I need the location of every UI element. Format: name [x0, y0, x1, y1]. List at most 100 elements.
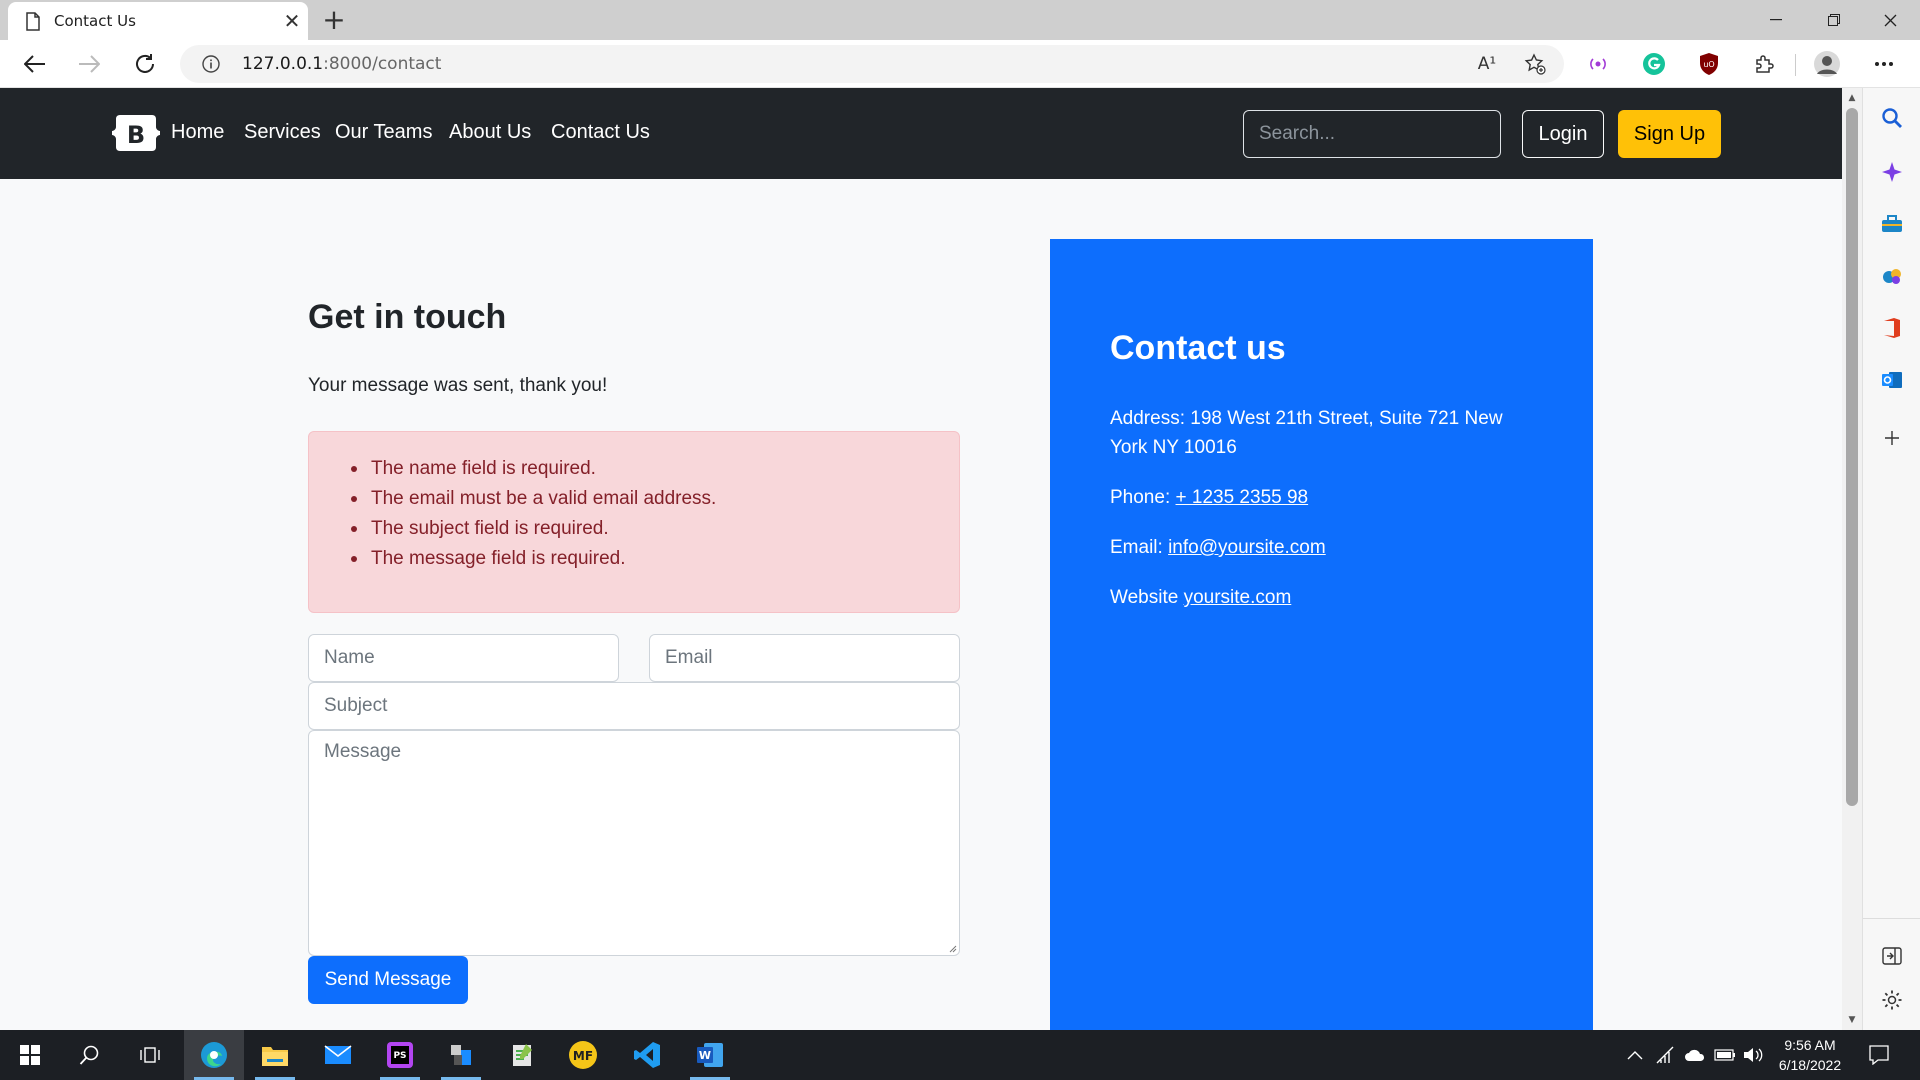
address-bar[interactable]: 127.0.0.1:8000/contact A¹ [180, 45, 1564, 83]
document-icon [26, 12, 40, 31]
success-message: Your message was sent, thank you! [308, 375, 608, 396]
browser-toolbar: 127.0.0.1:8000/contact A¹ uO [0, 40, 1920, 88]
subject-input[interactable] [308, 682, 960, 730]
clock-date: 6/18/2022 [1778, 1057, 1842, 1073]
error-item: The email must be a valid email address. [349, 484, 716, 514]
browser-tab[interactable]: Contact Us ✕ [8, 2, 308, 40]
nav-about-us[interactable]: About Us [449, 121, 531, 144]
login-button[interactable]: Login [1522, 110, 1604, 158]
grammarly-icon[interactable] [1640, 50, 1668, 78]
contact-heading: Contact us [1110, 329, 1286, 367]
contact-address: Address: 198 West 21th Street, Suite 721… [1110, 408, 1503, 458]
restore-icon[interactable] [1806, 0, 1862, 40]
taskbar-search-icon[interactable] [60, 1030, 120, 1080]
sidebar-settings-gear-icon[interactable] [1880, 988, 1904, 1012]
toolbar-separator [1795, 54, 1796, 76]
sidebar-games-icon[interactable] [1880, 264, 1904, 288]
sidebar-outlook-icon[interactable] [1880, 368, 1904, 392]
sidebar-sparkle-icon[interactable] [1880, 160, 1904, 184]
svg-text:MF: MF [573, 1049, 593, 1063]
tray-chevron-up-icon[interactable] [1624, 1044, 1646, 1066]
nav-home[interactable]: Home [171, 121, 224, 144]
new-tab-icon[interactable]: + [318, 5, 350, 35]
site-info-icon[interactable] [202, 55, 220, 73]
extensions-puzzle-icon[interactable] [1750, 50, 1778, 78]
back-arrow-icon[interactable] [18, 48, 52, 80]
taskbar-edge-icon[interactable] [184, 1030, 244, 1080]
refresh-icon[interactable] [128, 48, 162, 80]
error-item: The subject field is required. [349, 514, 716, 544]
phone-link[interactable]: + 1235 2355 98 [1176, 487, 1309, 508]
sidebar-separator [1863, 918, 1920, 919]
file-explorer-icon[interactable] [245, 1030, 305, 1080]
tray-battery-icon[interactable] [1714, 1044, 1736, 1066]
sidebar-add-icon[interactable] [1880, 426, 1904, 450]
resize-grip-icon[interactable] [947, 943, 957, 953]
mail-icon[interactable] [308, 1030, 368, 1080]
ublock-shield-icon[interactable]: uO [1695, 50, 1723, 78]
page-scrollbar[interactable]: ▲ ▼ [1842, 88, 1862, 1030]
error-item: The message field is required. [349, 544, 716, 574]
search-input[interactable] [1243, 110, 1501, 158]
windows-start-icon[interactable] [0, 1030, 60, 1080]
notepad-icon[interactable] [492, 1030, 552, 1080]
taskbar-clock[interactable]: 9:56 AM 6/18/2022 [1762, 1035, 1858, 1075]
tray-onedrive-icon[interactable] [1684, 1044, 1706, 1066]
tray-volume-icon[interactable] [1742, 1044, 1764, 1066]
email-input[interactable] [649, 634, 960, 682]
nav-contact-us[interactable]: Contact Us [551, 121, 650, 144]
svg-text:W: W [699, 1049, 711, 1062]
notifications-icon[interactable] [1868, 1044, 1890, 1066]
email-link[interactable]: info@yoursite.com [1168, 537, 1326, 558]
signup-button[interactable]: Sign Up [1618, 110, 1721, 158]
more-menu-icon[interactable] [1870, 50, 1898, 78]
app-store-icon[interactable] [431, 1030, 491, 1080]
name-input[interactable] [308, 634, 619, 682]
clock-time: 9:56 AM [1784, 1037, 1836, 1053]
nav-services[interactable]: Services [244, 121, 321, 144]
nav-our-teams[interactable]: Our Teams [335, 121, 432, 144]
error-alert: The name field is required. The email mu… [308, 431, 960, 613]
form-heading: Get in touch [308, 298, 507, 336]
scroll-up-icon[interactable]: ▲ [1846, 92, 1858, 104]
sidebar-search-icon[interactable] [1880, 106, 1904, 130]
message-textarea[interactable] [308, 730, 960, 956]
broadcast-extension-icon[interactable] [1584, 50, 1612, 78]
minimize-icon[interactable] [1748, 0, 1804, 40]
svg-text:uO: uO [1703, 60, 1714, 69]
window-close-icon[interactable] [1862, 0, 1918, 40]
contact-email: Email: info@yoursite.com [1110, 537, 1326, 558]
edge-sidebar [1862, 88, 1920, 1030]
forward-arrow-icon[interactable] [72, 48, 106, 80]
error-list: The name field is required. The email mu… [349, 454, 716, 574]
read-aloud-icon[interactable]: A¹ [1474, 53, 1500, 75]
tab-title: Contact Us [54, 12, 136, 30]
vscode-icon[interactable] [617, 1030, 677, 1080]
tray-network-icon[interactable] [1654, 1044, 1676, 1066]
tab-close-icon[interactable]: ✕ [280, 8, 304, 34]
contact-info-panel: Contact us Address: 198 West 21th Street… [1050, 239, 1593, 1030]
sidebar-office-icon[interactable] [1880, 316, 1904, 340]
favorite-star-icon[interactable] [1522, 53, 1548, 75]
task-view-icon[interactable] [120, 1030, 180, 1080]
page-viewport: B Home Services Our Teams About Us Conta… [0, 88, 1842, 1030]
phpstorm-icon[interactable]: PS [370, 1030, 430, 1080]
send-message-button[interactable]: Send Message [308, 956, 468, 1004]
sidebar-collapse-icon[interactable] [1880, 944, 1904, 968]
word-icon[interactable]: W [680, 1030, 740, 1080]
sidebar-tools-icon[interactable] [1880, 212, 1904, 236]
bootstrap-logo-icon[interactable]: B [112, 113, 160, 153]
website-link[interactable]: yoursite.com [1184, 587, 1292, 608]
profile-avatar[interactable] [1813, 50, 1841, 78]
svg-text:B: B [127, 121, 145, 149]
mf-app-icon[interactable]: MF [553, 1030, 613, 1080]
scroll-down-icon[interactable]: ▼ [1846, 1014, 1858, 1026]
site-navbar: B Home Services Our Teams About Us Conta… [0, 88, 1842, 179]
scrollbar-thumb[interactable] [1846, 108, 1858, 806]
contact-phone: Phone: + 1235 2355 98 [1110, 487, 1309, 508]
url-text[interactable]: 127.0.0.1:8000/contact [242, 54, 441, 74]
windows-taskbar: PS MF W 9:56 AM 6/18/2022 [0, 1030, 1920, 1080]
svg-text:PS: PS [393, 1051, 406, 1061]
error-item: The name field is required. [349, 454, 716, 484]
contact-website: Website yoursite.com [1110, 587, 1292, 608]
